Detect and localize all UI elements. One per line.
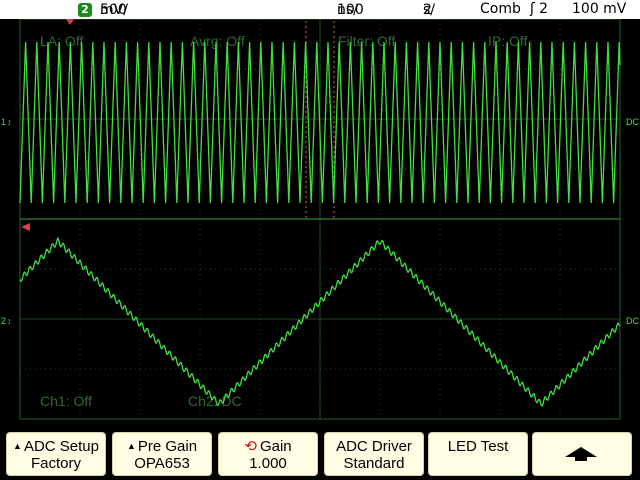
svg-text:↕: ↕: [7, 117, 12, 127]
trigger-level: 100 mV: [572, 1, 627, 17]
up-triangle-icon: ▲: [126, 441, 136, 451]
up-triangle-icon: ▲: [13, 441, 22, 451]
dc-label-top: DC: [626, 117, 639, 127]
trigger-position-marker[interactable]: [66, 19, 74, 25]
filter-status: Filter: Off: [338, 33, 395, 49]
softkey-bar: ▲ ADC Setup Factory ▲ Pre Gain OPA653 ⟲ Gai…: [0, 428, 640, 480]
scope-display[interactable]: LA: Off Avrg: Off Filter: Off IP: Off Ch…: [0, 18, 640, 428]
waveform-area: LA: Off Avrg: Off Filter: Off IP: Off Ch…: [1, 18, 639, 420]
la-status: LA: Off: [40, 33, 83, 49]
dc-label-bottom: DC: [626, 316, 639, 326]
adc-driver-softkey[interactable]: ADC Driver Standard: [324, 432, 424, 476]
gain-softkey[interactable]: ⟲ Gain 1.000: [218, 432, 318, 476]
svg-text:1: 1: [1, 117, 6, 127]
adc-setup-softkey[interactable]: ▲ ADC Setup Factory: [6, 432, 106, 476]
svg-text:↕: ↕: [7, 316, 12, 326]
ground-marker-bottom: 2 ↕: [1, 316, 12, 326]
avrg-status: Avrg: Off: [190, 33, 245, 49]
rotate-knob-icon: ⟲: [244, 438, 257, 455]
math-label: Comb: [480, 1, 521, 17]
ch2-status: Ch2: DC: [188, 393, 242, 409]
status-bar: 2 500 mV/ 100 ns/ 2 s/ Comb ʃ 2 100 mV: [0, 0, 640, 19]
pre-gain-softkey[interactable]: ▲ Pre Gain OPA653: [112, 432, 212, 476]
trigger-label: ʃ 2: [530, 1, 549, 17]
svg-text:2: 2: [1, 316, 6, 326]
led-test-softkey[interactable]: LED Test: [428, 432, 528, 476]
arrow-up-icon: [565, 447, 597, 457]
ground-marker-top: 1 ↕: [1, 117, 12, 127]
trigger-level-marker[interactable]: [21, 223, 30, 231]
ch1-status: Ch1: Off: [40, 393, 92, 409]
back-up-softkey[interactable]: [532, 432, 632, 476]
